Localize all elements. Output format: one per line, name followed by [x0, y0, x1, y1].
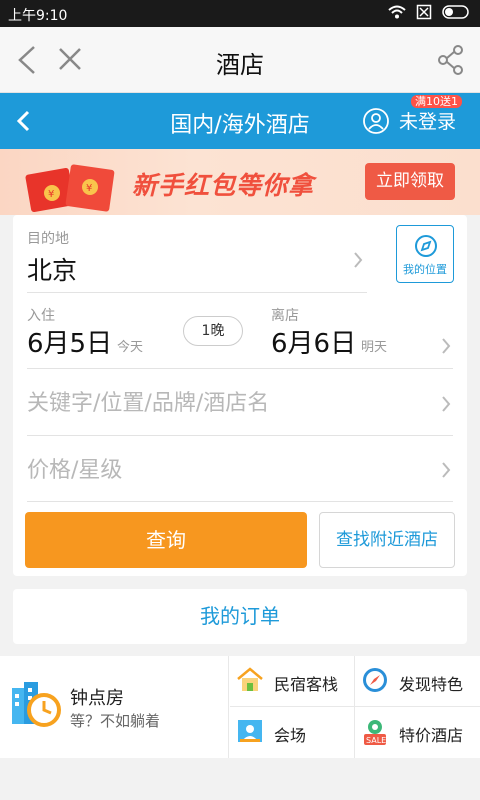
special-price-label: 特价酒店: [399, 726, 464, 745]
title-bar: 酒店: [0, 27, 480, 93]
login-label: 未登录: [398, 111, 456, 133]
my-orders-button[interactable]: 我的订单: [13, 589, 467, 644]
venue-label: 会场: [274, 726, 307, 745]
chevron-right-icon: [354, 252, 363, 268]
hourly-room-entry[interactable]: 钟点房 等？不如躺着: [0, 656, 229, 758]
chevron-right-icon: [442, 462, 451, 478]
red-packet-banner[interactable]: ¥ ¥ 新手红包等你拿 立即领取: [0, 149, 480, 215]
status-bar: 上午9:10: [0, 0, 480, 27]
checkout-date[interactable]: 6月6日: [271, 323, 356, 360]
svg-text:¥: ¥: [86, 183, 92, 194]
share-icon[interactable]: [438, 45, 464, 75]
special-price-entry[interactable]: SALE 特价酒店: [355, 707, 480, 758]
chevron-right-icon: [442, 338, 451, 354]
venue-entry[interactable]: 会场: [230, 707, 355, 758]
checkin-label: 入住: [27, 308, 55, 324]
nights-badge: 1晚: [183, 316, 243, 346]
my-location-button[interactable]: 我的位置: [396, 225, 454, 283]
clock-building-icon: [12, 682, 61, 727]
checkin-date[interactable]: 6月5日: [27, 323, 112, 360]
destination-field[interactable]: 北京: [27, 251, 77, 287]
svg-text:SALE: SALE: [366, 736, 386, 745]
venue-icon: [238, 720, 262, 742]
compass-icon: [363, 668, 387, 692]
house-icon: [237, 667, 263, 691]
destination-label: 目的地: [27, 231, 69, 247]
claim-button[interactable]: 立即领取: [365, 163, 455, 200]
battery-icon: [442, 5, 469, 19]
page-title: 酒店: [216, 51, 264, 79]
discover-entry[interactable]: 发现特色: [355, 656, 480, 707]
no-sim-icon: [416, 4, 432, 20]
nearby-hotels-button[interactable]: 查找附近酒店: [319, 512, 455, 568]
keyword-field[interactable]: 关键字/位置/品牌/酒店名: [27, 385, 269, 417]
banner-text: 新手红包等你拿: [132, 171, 315, 200]
svg-text:¥: ¥: [48, 189, 54, 200]
hourly-room-subtitle: 等？不如躺着: [70, 712, 161, 730]
price-star-field[interactable]: 价格/星级: [27, 452, 122, 484]
status-time: 上午9:10: [8, 8, 68, 24]
hourly-room-title: 钟点房: [70, 688, 124, 709]
my-location-label: 我的位置: [403, 263, 447, 276]
homestay-label: 民宿客栈: [274, 675, 339, 694]
homestay-entry[interactable]: 民宿客栈: [230, 656, 355, 707]
chevron-right-icon: [442, 396, 451, 412]
checkout-day: 明天: [361, 340, 388, 355]
hotel-search-card: 目的地 北京 我的位置 入住 6月5日 今天 1晚 离店 6月6日 明天 关键字…: [13, 215, 467, 576]
login-button[interactable]: 未登录: [363, 107, 456, 134]
checkout-label: 离店: [271, 308, 299, 324]
wifi-icon: [388, 5, 406, 19]
compass-location-icon: [415, 235, 437, 257]
checkin-day: 今天: [117, 340, 144, 355]
user-icon: [363, 107, 389, 134]
hotel-header-bar: 国内/海外酒店 满10送1 未登录: [0, 93, 480, 149]
chevron-left-icon[interactable]: [16, 110, 30, 132]
discover-label: 发现特色: [399, 675, 464, 694]
feature-grid: 钟点房 等？不如躺着 民宿客栈 发现特色 会场 SALE 特价酒店: [0, 656, 480, 758]
red-envelope-icon: ¥ ¥: [25, 164, 115, 213]
search-button[interactable]: 查询: [25, 512, 307, 568]
sale-tag-icon: SALE: [364, 720, 386, 745]
